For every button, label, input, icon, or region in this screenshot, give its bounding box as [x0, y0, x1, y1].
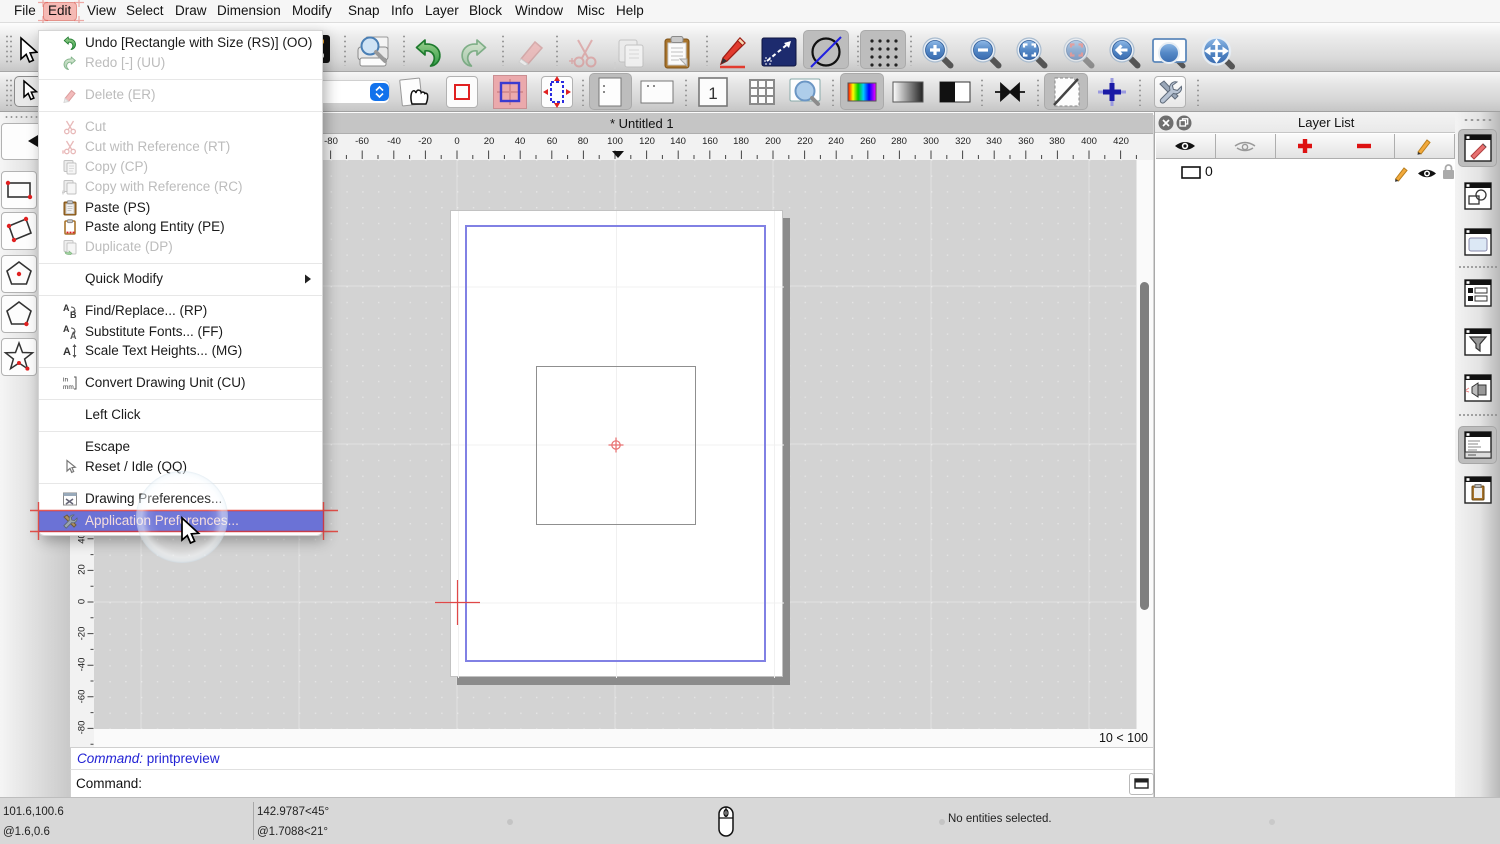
svg-text:A: A [63, 346, 71, 358]
svg-text:A: A [63, 324, 70, 334]
svg-text:in: in [63, 377, 68, 384]
svg-text:mm: mm [63, 384, 74, 391]
svg-text:A: A [63, 303, 70, 313]
